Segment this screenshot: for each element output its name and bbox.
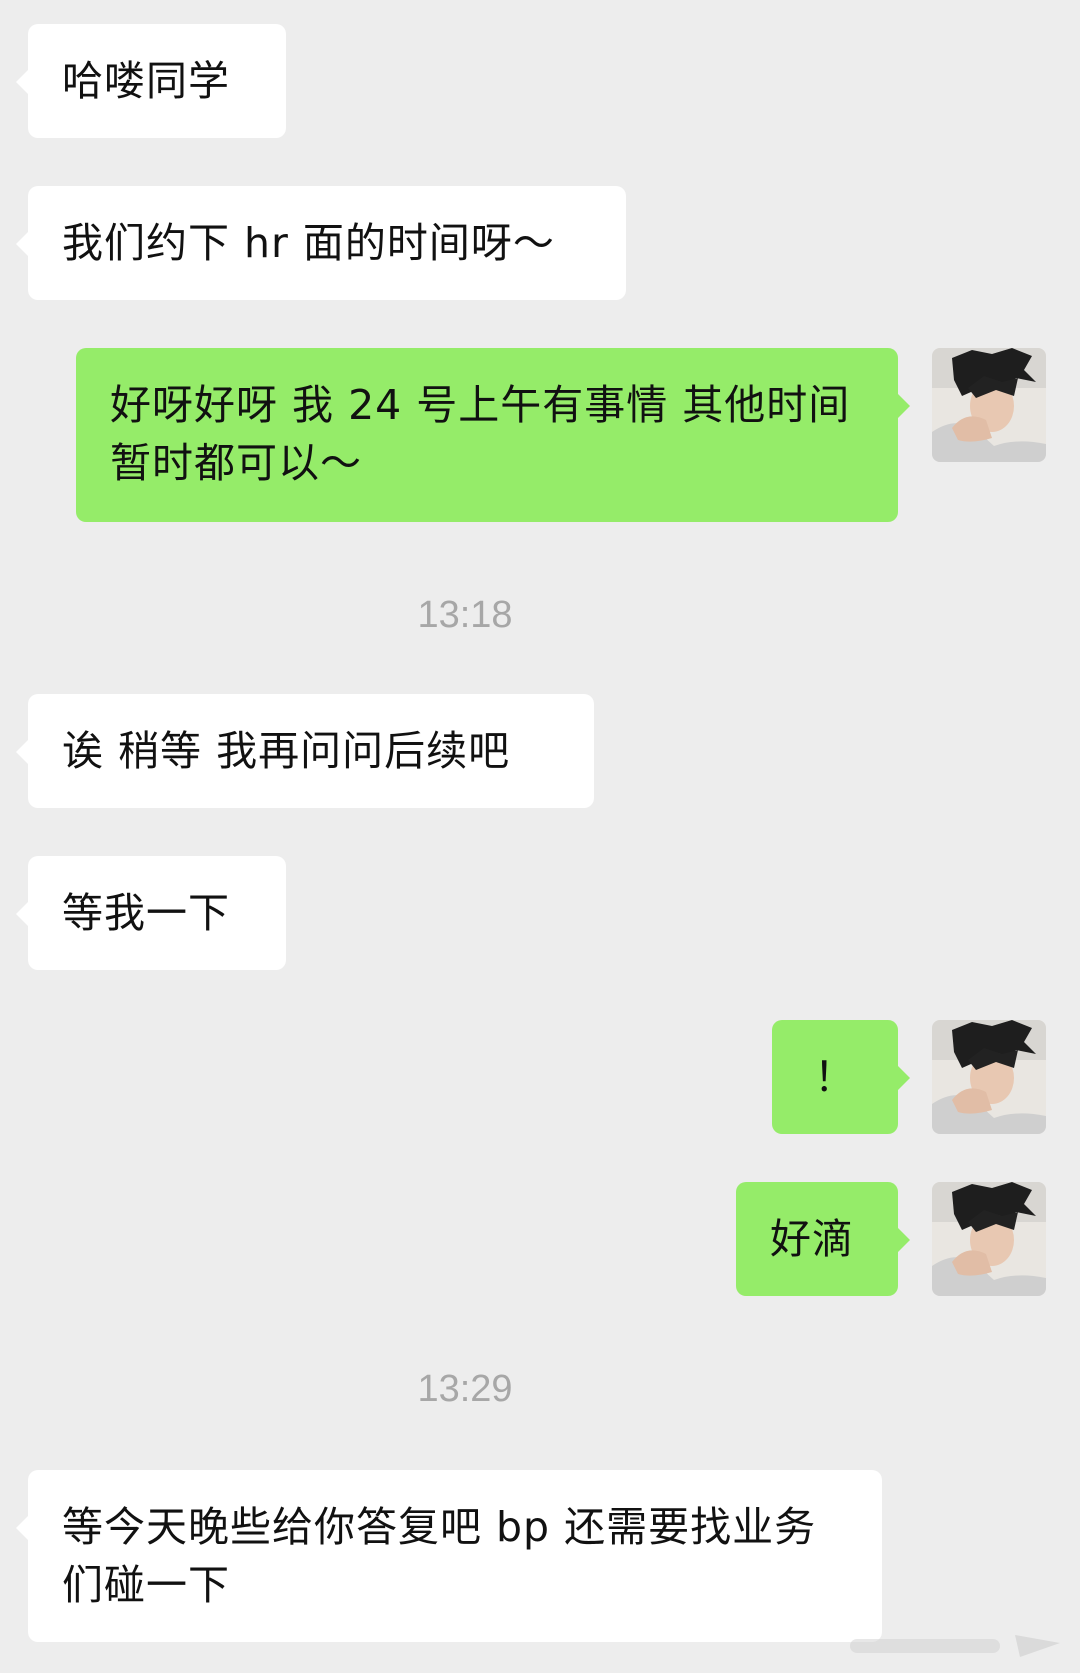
message-text: 好呀好呀 我 24 号上午有事情 其他时间暂时都可以～: [110, 381, 851, 487]
avatar-image: [932, 1020, 1046, 1134]
outgoing-message[interactable]: 好呀好呀 我 24 号上午有事情 其他时间暂时都可以～: [76, 348, 910, 522]
avatar-image: [932, 348, 1046, 462]
message-text: ！: [814, 1053, 856, 1101]
timestamp-text: 13:29: [417, 1368, 513, 1410]
incoming-message[interactable]: 等今天晚些给你答复吧 bp 还需要找业务们碰一下: [16, 1470, 882, 1642]
message-text: 诶 稍等 我再问问后续吧: [62, 727, 511, 775]
incoming-message[interactable]: 哈喽同学: [16, 24, 286, 138]
watermark-logo: [850, 1635, 1060, 1657]
message-text: 等今天晚些给你答复吧 bp 还需要找业务们碰一下: [62, 1503, 817, 1609]
avatar-image: [932, 1182, 1046, 1296]
bubble-tail: [16, 232, 28, 256]
bubble-tail: [16, 70, 28, 94]
bubble-tail: [16, 740, 28, 764]
incoming-message[interactable]: 等我一下: [16, 856, 286, 970]
chat-conversation: 哈喽同学 我们约下 hr 面的时间呀～ 好呀好呀 我 24 号上午有事情 其他时…: [0, 0, 1080, 1673]
bubble-tail: [898, 1066, 910, 1090]
outgoing-message[interactable]: ！: [772, 1020, 910, 1134]
message-text: 我们约下 hr 面的时间呀～: [62, 219, 555, 267]
message-text: 等我一下: [62, 889, 230, 937]
message-text: 好滴: [770, 1215, 854, 1263]
bubble-tail: [16, 1516, 28, 1540]
user-avatar[interactable]: [932, 1182, 1046, 1296]
bubble-tail: [16, 902, 28, 926]
user-avatar[interactable]: [932, 348, 1046, 462]
timestamp: 13:18: [0, 594, 930, 637]
timestamp: 13:29: [0, 1368, 930, 1411]
user-avatar[interactable]: [932, 1020, 1046, 1134]
bubble-tail: [898, 1228, 910, 1252]
incoming-message[interactable]: 诶 稍等 我再问问后续吧: [16, 694, 594, 808]
outgoing-message[interactable]: 好滴: [736, 1182, 910, 1296]
timestamp-text: 13:18: [417, 594, 513, 636]
incoming-message[interactable]: 我们约下 hr 面的时间呀～: [16, 186, 626, 300]
message-text: 哈喽同学: [62, 57, 230, 105]
bubble-tail: [898, 394, 910, 418]
